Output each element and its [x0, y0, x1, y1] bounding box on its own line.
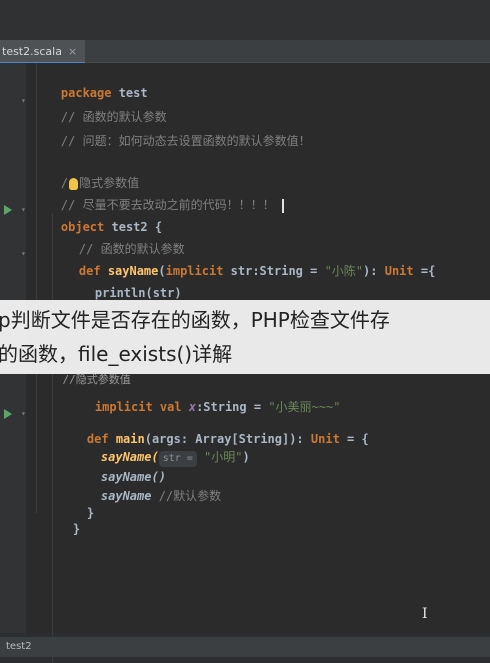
tab-label: test2.scala: [2, 44, 62, 58]
close-icon[interactable]: ×: [68, 45, 77, 58]
text-caret: [281, 198, 284, 213]
code-line-19: }: [72, 522, 81, 536]
tab-test2-scala[interactable]: test2.scala ×: [0, 40, 86, 64]
run-icon[interactable]: [4, 205, 12, 215]
editor-tab-bar: test2.scala ×: [0, 40, 490, 64]
text-cursor-icon: I: [422, 606, 428, 622]
overlay-title-line-1: p判断文件是否存在的函数，PHP检查文件存: [0, 308, 390, 332]
top-area: [0, 0, 490, 40]
run-icon[interactable]: [4, 409, 12, 419]
code-line-3: // 问题：如何动态去设置函数的默认参数值！: [60, 134, 311, 148]
article-title-overlay: p判断文件是否存在的函数，PHP检查文件存 的函数，file_exists()详…: [0, 300, 490, 386]
code-line-11: //隐式参数值: [62, 373, 131, 386]
code-line-17: sayName //默认参数: [100, 489, 222, 503]
status-bar: test2: [0, 637, 490, 657]
status-label: test2: [6, 641, 32, 652]
